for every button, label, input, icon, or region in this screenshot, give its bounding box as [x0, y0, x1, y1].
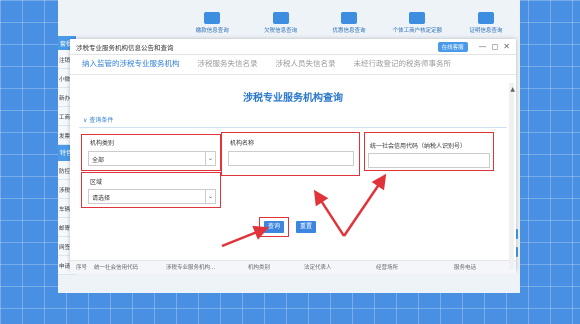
bg-nav-item-payment[interactable]: 缴款信息查询: [178, 0, 246, 36]
page-title: 涉税专业服务机构查询: [243, 93, 343, 104]
dialog-titlebar: 涉税专业服务机构信息公告和查询 在线客服 — ◻ ✕: [70, 39, 516, 55]
certificate-icon: [477, 12, 494, 24]
highlight-credit-code: [364, 132, 494, 171]
self-employed-icon: [409, 12, 426, 24]
bg-nav-item-arrears[interactable]: 欠税信息查询: [246, 0, 314, 36]
results-table-header: 序号 统一社会信用代码 涉税专业服务机构... 机构类别 法定代表人 经营场所 …: [70, 260, 516, 274]
bg-nav-item-self-employed[interactable]: 个体工商户核定定额: [383, 0, 451, 36]
column-header: 服务电话: [454, 265, 477, 271]
online-service-button[interactable]: 在线客服: [437, 41, 468, 52]
column-header: 法定代表人: [304, 265, 332, 271]
restore-icon[interactable]: ◻: [492, 42, 499, 51]
conditions-label: 查询条件: [89, 117, 114, 124]
scroll-up-icon[interactable]: ▲: [510, 86, 515, 93]
payment-icon: [204, 12, 221, 24]
highlight-query-button: [259, 217, 289, 237]
column-header: 机构类别: [248, 265, 271, 271]
conditions-bar[interactable]: ∨ 查询条件: [79, 114, 507, 128]
bg-nav-item-preferential[interactable]: 优惠信息查询: [315, 0, 383, 36]
dialog-scrollbar[interactable]: [509, 83, 514, 269]
column-header: 经营场所: [376, 265, 399, 271]
column-header: 序号: [76, 265, 88, 271]
highlight-org-type: [81, 134, 221, 171]
highlight-region: [81, 172, 221, 208]
column-header: 统一社会信用代码: [94, 265, 139, 271]
arrears-icon: [272, 12, 289, 24]
tab-supervised-agencies[interactable]: 纳入监管的涉税专业服务机构: [82, 58, 180, 74]
bg-top-nav: 缴款信息查询 欠税信息查询 优惠信息查询 个体工商户核定定额 证明信息查询: [178, 0, 520, 36]
preferential-icon: [341, 12, 358, 24]
tab-personnel-dishonest-list[interactable]: 涉税人员失信名录: [276, 58, 336, 74]
highlight-org-name: [221, 132, 360, 176]
query-form: 机构类别 全部 ⌄ 机构名称 统一社会信用代码（纳税人识别号） 区域 请选择 ⌄…: [70, 128, 516, 268]
dialog-title: 涉税专业服务机构信息公告和查询: [76, 43, 174, 52]
chevron-down-icon: ∨: [83, 117, 88, 124]
tab-service-dishonest-list[interactable]: 涉税服务失信名录: [198, 58, 258, 74]
tab-unregistered-firms[interactable]: 未经行政登记的税务师事务所: [354, 58, 452, 74]
reset-button[interactable]: 重置: [296, 221, 316, 233]
query-dialog: 涉税专业服务机构信息公告和查询 在线客服 — ◻ ✕ 纳入监管的涉税专业服务机构…: [70, 39, 516, 274]
column-header: 涉税专业服务机构...: [166, 265, 216, 271]
dialog-tabs: 纳入监管的涉税专业服务机构 涉税服务失信名录 涉税人员失信名录 未经行政登记的税…: [70, 55, 516, 75]
minimize-icon[interactable]: —: [479, 42, 487, 51]
bg-nav-item-certificate[interactable]: 证明信息查询: [452, 0, 520, 36]
close-icon[interactable]: ✕: [503, 42, 510, 51]
